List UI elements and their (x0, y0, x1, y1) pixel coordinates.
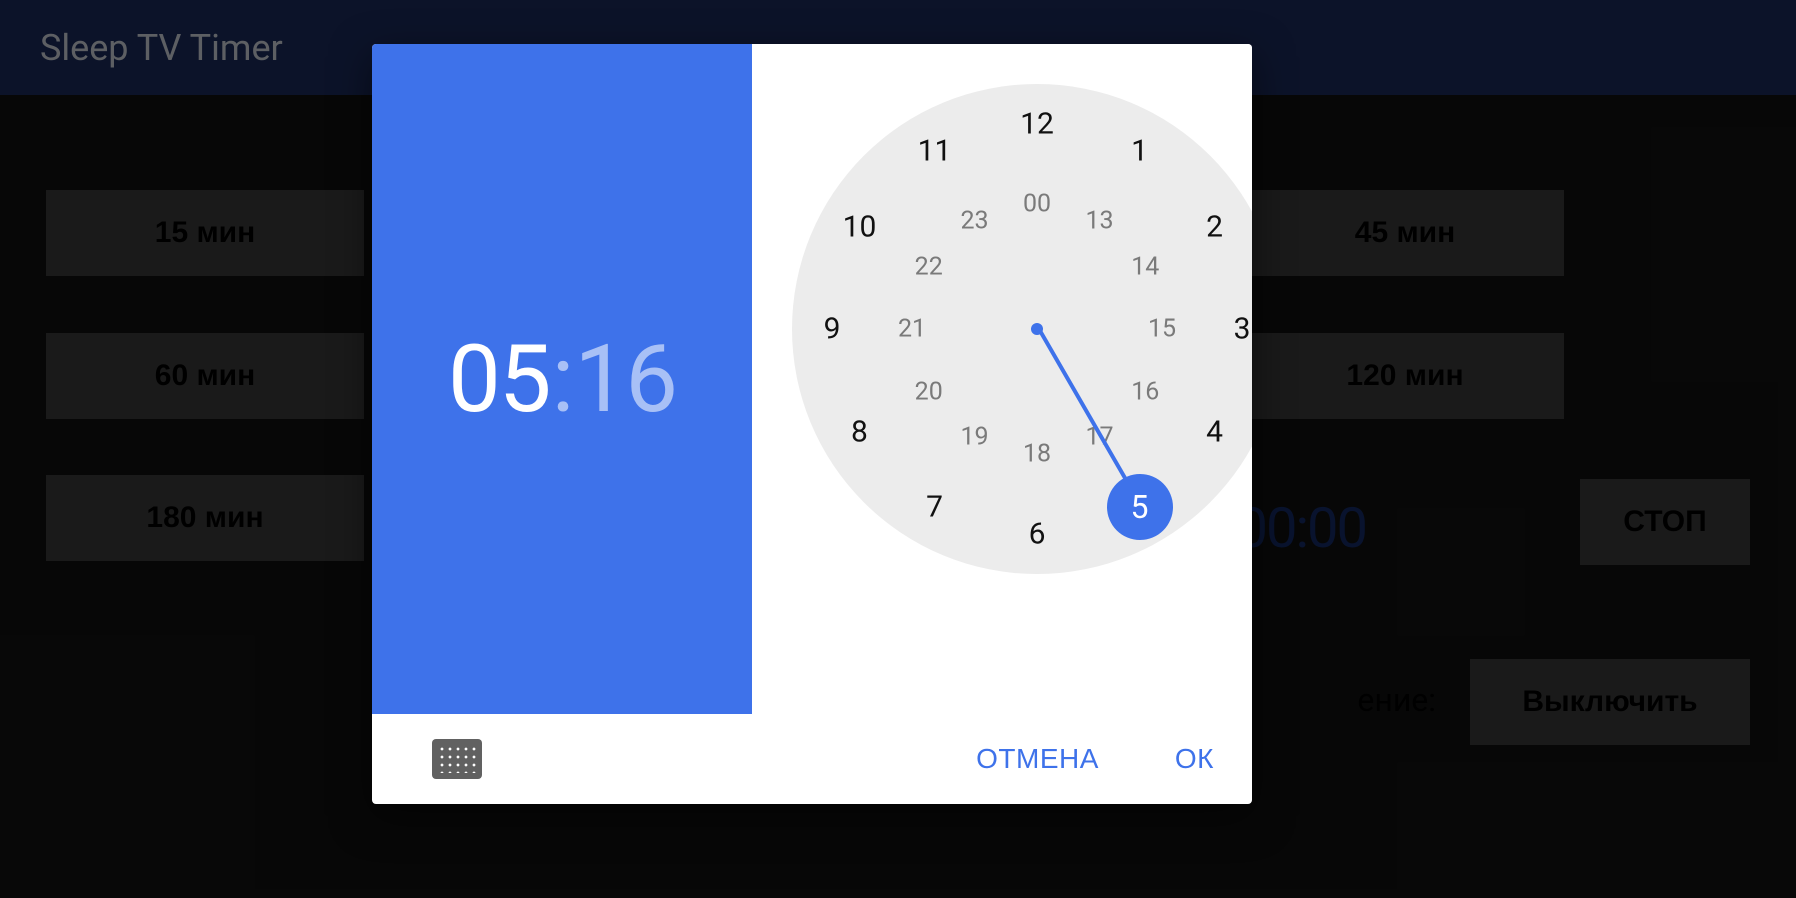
clock-hour-1[interactable]: 1 (1131, 134, 1148, 169)
clock-hour-13[interactable]: 13 (1085, 206, 1113, 235)
clock-selection-marker: 5 (1107, 474, 1173, 540)
clock-hour-21[interactable]: 21 (898, 315, 926, 344)
clock-hour-11[interactable]: 11 (918, 134, 952, 169)
clock-hour-22[interactable]: 22 (915, 252, 943, 281)
clock-face[interactable]: 5 12123456789101100131415161718192021222… (792, 84, 1252, 574)
time-separator: : (552, 324, 573, 434)
clock-hour-14[interactable]: 14 (1131, 252, 1159, 281)
clock-hour-16[interactable]: 16 (1131, 377, 1159, 406)
time-display-panel: 05:16 (372, 44, 752, 714)
ok-button[interactable]: ОК (1157, 735, 1232, 783)
selected-minutes[interactable]: 16 (574, 324, 676, 434)
clock-hour-8[interactable]: 8 (851, 414, 868, 449)
clock-hour-15[interactable]: 15 (1148, 315, 1176, 344)
cancel-button[interactable]: ОТМЕНА (958, 735, 1117, 783)
selected-hours[interactable]: 05 (448, 324, 550, 434)
clock-hour-9[interactable]: 9 (824, 312, 841, 347)
clock-hour-3[interactable]: 3 (1234, 312, 1251, 347)
clock-hour-23[interactable]: 23 (960, 206, 988, 235)
clock-hour-7[interactable]: 7 (926, 489, 943, 524)
clock-hour-12[interactable]: 12 (1020, 107, 1054, 142)
clock-hour-6[interactable]: 6 (1029, 517, 1046, 552)
clock-hour-19[interactable]: 19 (960, 423, 988, 452)
clock-hour-10[interactable]: 10 (843, 209, 877, 244)
clock-center-dot (1031, 323, 1043, 335)
dialog-actions: ОТМЕНА ОК (372, 714, 1252, 804)
keyboard-input-toggle[interactable] (432, 739, 482, 779)
clock-panel: 5 12123456789101100131415161718192021222… (752, 44, 1252, 714)
clock-hour-20[interactable]: 20 (915, 377, 943, 406)
clock-hour-18[interactable]: 18 (1023, 440, 1051, 469)
time-picker-dialog: 05:16 5 12123456789101100131415161718192… (372, 44, 1252, 804)
clock-hour-4[interactable]: 4 (1206, 414, 1223, 449)
clock-hour-2[interactable]: 2 (1206, 209, 1223, 244)
clock-hour-00[interactable]: 00 (1023, 190, 1051, 219)
